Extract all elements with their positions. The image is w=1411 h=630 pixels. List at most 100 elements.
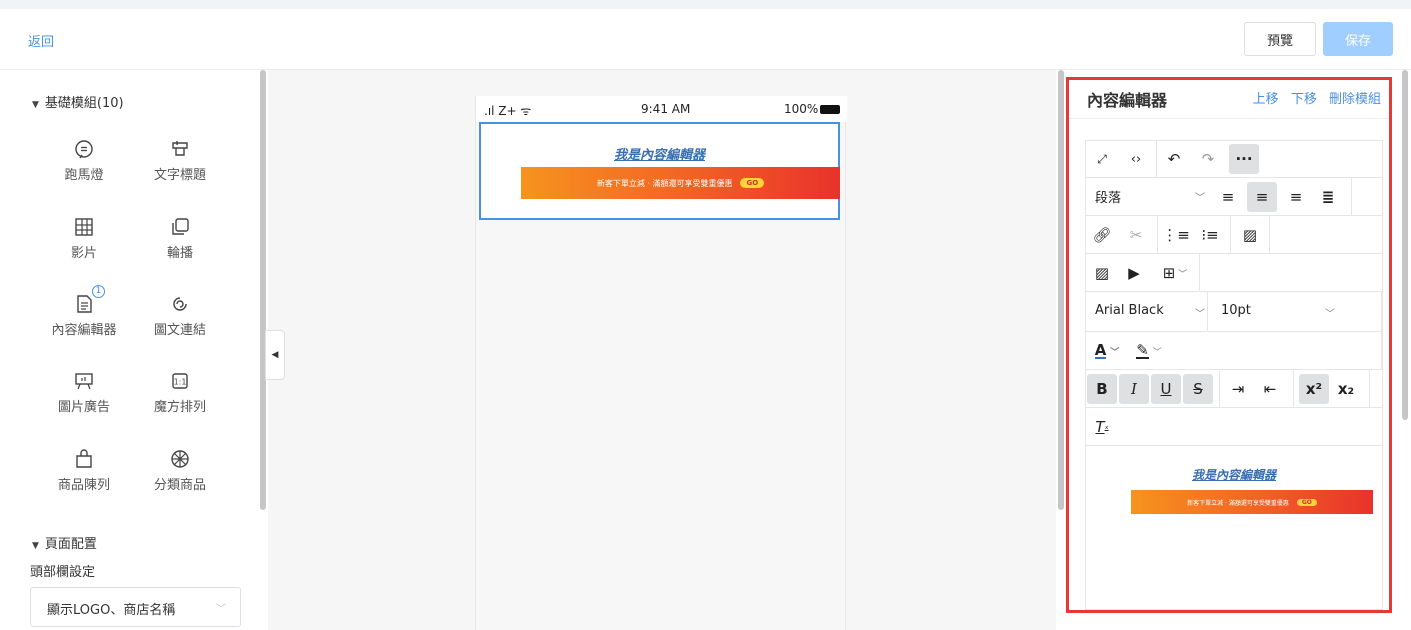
insert-image-icon[interactable]: ▨: [1087, 258, 1117, 288]
caret-down-icon: ▼: [32, 100, 39, 110]
numbered-list-icon[interactable]: ⋮≡: [1161, 220, 1191, 250]
editor-content-title: 我是內容編輯器: [1191, 468, 1276, 482]
toolbar-divider: [1156, 140, 1157, 178]
svg-text:1:1: 1:1: [174, 378, 187, 387]
page-config-label: 頁面配置: [44, 537, 97, 552]
align-right-icon[interactable]: ≡: [1281, 182, 1311, 212]
indent-icon[interactable]: ⇥: [1223, 374, 1253, 404]
preview-button[interactable]: 預覽: [1244, 22, 1316, 56]
link-icon[interactable]: 🔗︎: [1087, 220, 1117, 250]
content-editor-panel: 內容編輯器 上移 下移 刪除模組 ⤢ ‹› ↶ ↷ ··· 段落 ﹀ ≡ ≡ ≡ …: [1066, 77, 1392, 613]
insert-video-icon[interactable]: ▶︎: [1119, 258, 1149, 288]
canvas-scrollbar[interactable]: [1058, 70, 1064, 510]
module-category-products[interactable]: 分類商品: [140, 448, 220, 493]
page-config-heading[interactable]: ▼ 頁面配置: [32, 533, 97, 552]
module-product-list[interactable]: 商品陳列: [44, 448, 124, 493]
toolbar-divider: [1219, 370, 1220, 408]
caret-left-icon: ◀: [271, 350, 279, 360]
module-image-ad[interactable]: 圖片廣告: [44, 370, 124, 415]
module-text-title[interactable]: 文字標題: [140, 138, 220, 183]
cube-icon: 1:1: [172, 373, 188, 389]
underline-icon[interactable]: U: [1151, 374, 1181, 404]
module-carousel[interactable]: 輪播: [140, 216, 220, 261]
back-link[interactable]: 返回: [28, 31, 54, 50]
toolbar-divider: [1381, 292, 1382, 332]
font-family-value: Arial Black: [1095, 303, 1164, 318]
chat-bubble-icon: [75, 140, 93, 159]
paragraph-select-value: 段落: [1095, 191, 1122, 206]
module-label: 商品陳列: [57, 478, 110, 493]
module-label: 文字標題: [153, 168, 206, 183]
clear-format-icon[interactable]: Tₓ: [1087, 412, 1117, 442]
italic-icon[interactable]: I: [1119, 374, 1149, 404]
module-video[interactable]: 影片: [44, 216, 124, 261]
module-label: 跑馬燈: [64, 168, 104, 183]
image-icon[interactable]: ▨: [1235, 220, 1265, 250]
panel-actions: 上移 下移 刪除模組: [1245, 88, 1381, 107]
bullet-list-icon[interactable]: ⁝≡: [1195, 220, 1225, 250]
undo-icon[interactable]: ↶: [1159, 144, 1189, 174]
toolbar-divider: [1230, 216, 1231, 254]
module-cube-layout[interactable]: 1:1 魔方排列: [140, 370, 220, 415]
panel-scrollbar[interactable]: [1402, 70, 1408, 420]
align-center-icon[interactable]: ≡: [1247, 182, 1277, 212]
signal-indicator: .ıl Z+ ᯤ: [484, 104, 532, 118]
paragraph-select[interactable]: 段落 ﹀: [1095, 187, 1205, 206]
delete-module-button[interactable]: 刪除模組: [1329, 92, 1381, 107]
chevron-down-icon: ﹀: [216, 604, 226, 615]
toolbar-row: 🔗︎ ✂︎ ⋮≡ ⁝≡ ▨: [1085, 216, 1383, 254]
toolbar-row: Arial Black ﹀ 10pt ﹀: [1085, 292, 1383, 332]
move-up-button[interactable]: 上移: [1253, 92, 1279, 107]
superscript-icon[interactable]: x²: [1299, 374, 1329, 404]
fullscreen-icon[interactable]: ⤢: [1087, 144, 1117, 174]
outdent-icon[interactable]: ⇤: [1255, 374, 1285, 404]
content-editor-block[interactable]: 我是內容編輯器 新客下單立減 · 滿額還可享受雙重優惠 GO: [479, 122, 840, 220]
bold-icon[interactable]: B: [1087, 374, 1117, 404]
editor-banner-text: 新客下單立減 · 滿額還可享受雙重優惠: [1187, 499, 1289, 507]
promo-banner[interactable]: 新客下單立減 · 滿額還可享受雙重優惠 GO: [521, 167, 840, 199]
save-button[interactable]: 保存: [1323, 22, 1393, 56]
chevron-down-icon: ﹀: [1178, 269, 1188, 280]
module-content-editor[interactable]: 1 內容編輯器: [44, 285, 124, 338]
editor-content-area[interactable]: 我是內容編輯器 新客下單立減 · 滿額還可享受雙重優惠 GO: [1085, 448, 1383, 608]
header-setting-select[interactable]: 顯示LOGO、商店名稱 ﹀: [30, 587, 241, 627]
toolbar-divider: [1157, 216, 1158, 254]
toolbar-divider: [1293, 370, 1294, 408]
module-image-link[interactable]: 圖文連結: [140, 293, 220, 338]
align-justify-icon[interactable]: ≣: [1313, 182, 1343, 212]
redo-icon[interactable]: ↷: [1193, 144, 1223, 174]
more-icon[interactable]: ···: [1229, 144, 1259, 174]
basic-modules-heading[interactable]: ▼ 基礎模組(10): [32, 92, 124, 111]
caret-down-icon: ▼: [32, 541, 39, 551]
toolbar-divider: [1207, 292, 1208, 332]
collapse-sidebar-button[interactable]: ◀: [265, 330, 285, 380]
carousel-icon: [172, 218, 189, 235]
strikethrough-icon[interactable]: S: [1183, 374, 1213, 404]
header-setting-label: 頭部欄設定: [30, 565, 96, 580]
toolbar-divider: [1269, 216, 1270, 254]
align-left-icon[interactable]: ≡: [1213, 182, 1243, 212]
text-color-button[interactable]: A ﹀: [1089, 336, 1125, 366]
table-icon[interactable]: ⊞ ﹀: [1153, 258, 1197, 288]
subscript-icon[interactable]: x₂: [1331, 374, 1361, 404]
shopping-bag-icon: [76, 449, 92, 468]
toolbar-divider: [1381, 332, 1382, 370]
font-family-select[interactable]: Arial Black ﹀: [1095, 303, 1205, 320]
source-code-icon[interactable]: ‹›: [1121, 144, 1151, 174]
font-size-select[interactable]: 10pt ﹀: [1221, 303, 1341, 320]
chevron-down-icon: ﹀: [1152, 347, 1162, 358]
highlight-color-button[interactable]: ✎ ﹀: [1129, 336, 1169, 366]
unlink-icon[interactable]: ✂︎: [1121, 220, 1151, 250]
title-icon: [172, 141, 188, 156]
highlighter-icon: ✎: [1136, 341, 1149, 359]
document-icon: [77, 295, 92, 313]
module-marquee[interactable]: 跑馬燈: [44, 138, 124, 183]
left-scrollbar[interactable]: [260, 70, 266, 510]
editor-promo-banner[interactable]: 新客下單立減 · 滿額還可享受雙重優惠 GO: [1131, 490, 1373, 514]
phone-status-bar: .ıl Z+ ᯤ 9:41 AM 100%: [476, 96, 847, 122]
toolbar-divider: [1351, 178, 1352, 216]
move-down-button[interactable]: 下移: [1291, 92, 1317, 107]
toolbar-row: ⤢ ‹› ↶ ↷ ···: [1085, 140, 1383, 178]
wheel-icon: [171, 450, 189, 468]
chevron-down-icon: ﹀: [1325, 309, 1335, 320]
